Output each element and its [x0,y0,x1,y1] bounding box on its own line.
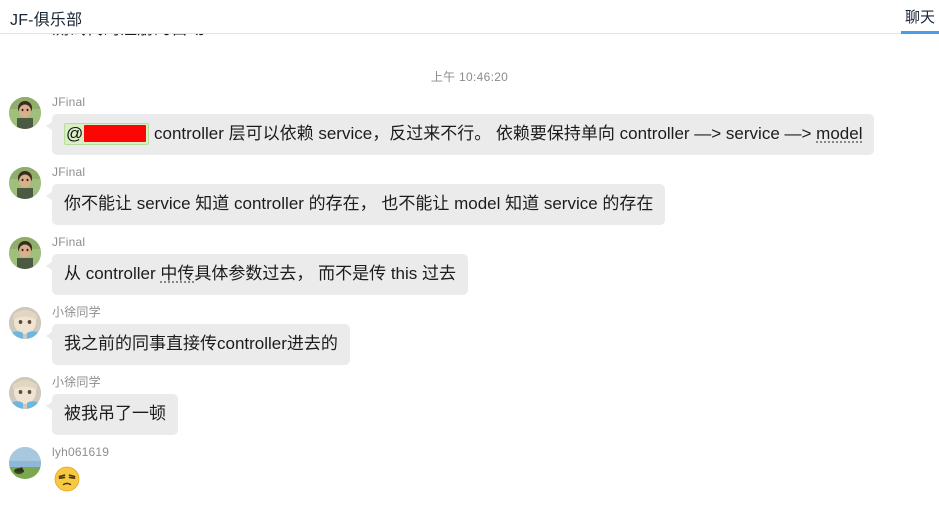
message-author: 小徐同学 [52,375,101,389]
message-bubble: 被我吊了一顿 [46,394,178,435]
avatar[interactable] [9,97,41,129]
message-author: 小徐同学 [52,305,101,319]
message-text-spellchecked: 中传 [160,264,195,283]
avatar[interactable] [9,167,41,199]
mention-chip[interactable]: @ [64,123,150,145]
message-bubble: 从 controller 中传具体参数过去， 而不是传 this 过去 [46,254,468,295]
message-author: lyh061619 [52,445,110,459]
message-bubble: 你不能让 service 知道 controller 的存在， 也不能让 mod… [45,184,666,225]
avatar[interactable] [9,447,41,479]
page-title: JF-俱乐部 [10,12,83,29]
message-author: JFinal [52,165,86,179]
mention-at-symbol: @ [66,124,84,143]
avatar[interactable] [9,237,41,269]
message-bubble-emoji [52,464,80,492]
avatar[interactable] [9,377,41,409]
message-item: 小徐同学 被我吊了一顿 [0,375,939,441]
message-item: lyh061619 [0,445,939,498]
message-item: JFinal @ controller 层可以依赖 service，反过来不行。… [0,95,939,161]
message-bubble: @ controller 层可以依赖 service，反过来不行。 依赖要保持单… [45,114,875,155]
message-author: JFinal [52,235,86,249]
chat-message-list[interactable]: 测试代码注册的自动 上午 10:46:20 JFinal @ controlle… [0,34,939,507]
message-item: JFinal 从 controller 中传具体参数过去， 而不是传 this … [0,235,939,301]
message-text-tail: 具体参数过去， 而不是传 this 过去 [194,264,456,283]
redaction-block [84,125,147,142]
tab-chat-label: 聊天 [904,9,935,26]
window-header: JF-俱乐部 聊天 [0,0,939,34]
message-item: 小徐同学 我之前的同事直接传controller进去的 [0,305,939,371]
avatar[interactable] [9,307,41,339]
message-text: 从 controller [64,264,161,283]
header-tabs: 聊天 [895,0,939,34]
clipped-message-above: 测试代码注册的自动 [52,34,205,48]
message-bubble: 我之前的同事直接传controller进去的 [46,324,350,365]
message-text-spellchecked: model [816,124,863,143]
message-author: JFinal [52,95,86,109]
message-text: controller 层可以依赖 service，反过来不行。 依赖要保持单向 … [149,124,817,143]
message-item: JFinal 你不能让 service 知道 controller 的存在， 也… [0,165,939,231]
persevering-face-emoji [54,466,80,492]
tab-chat[interactable]: 聊天 [895,0,939,34]
